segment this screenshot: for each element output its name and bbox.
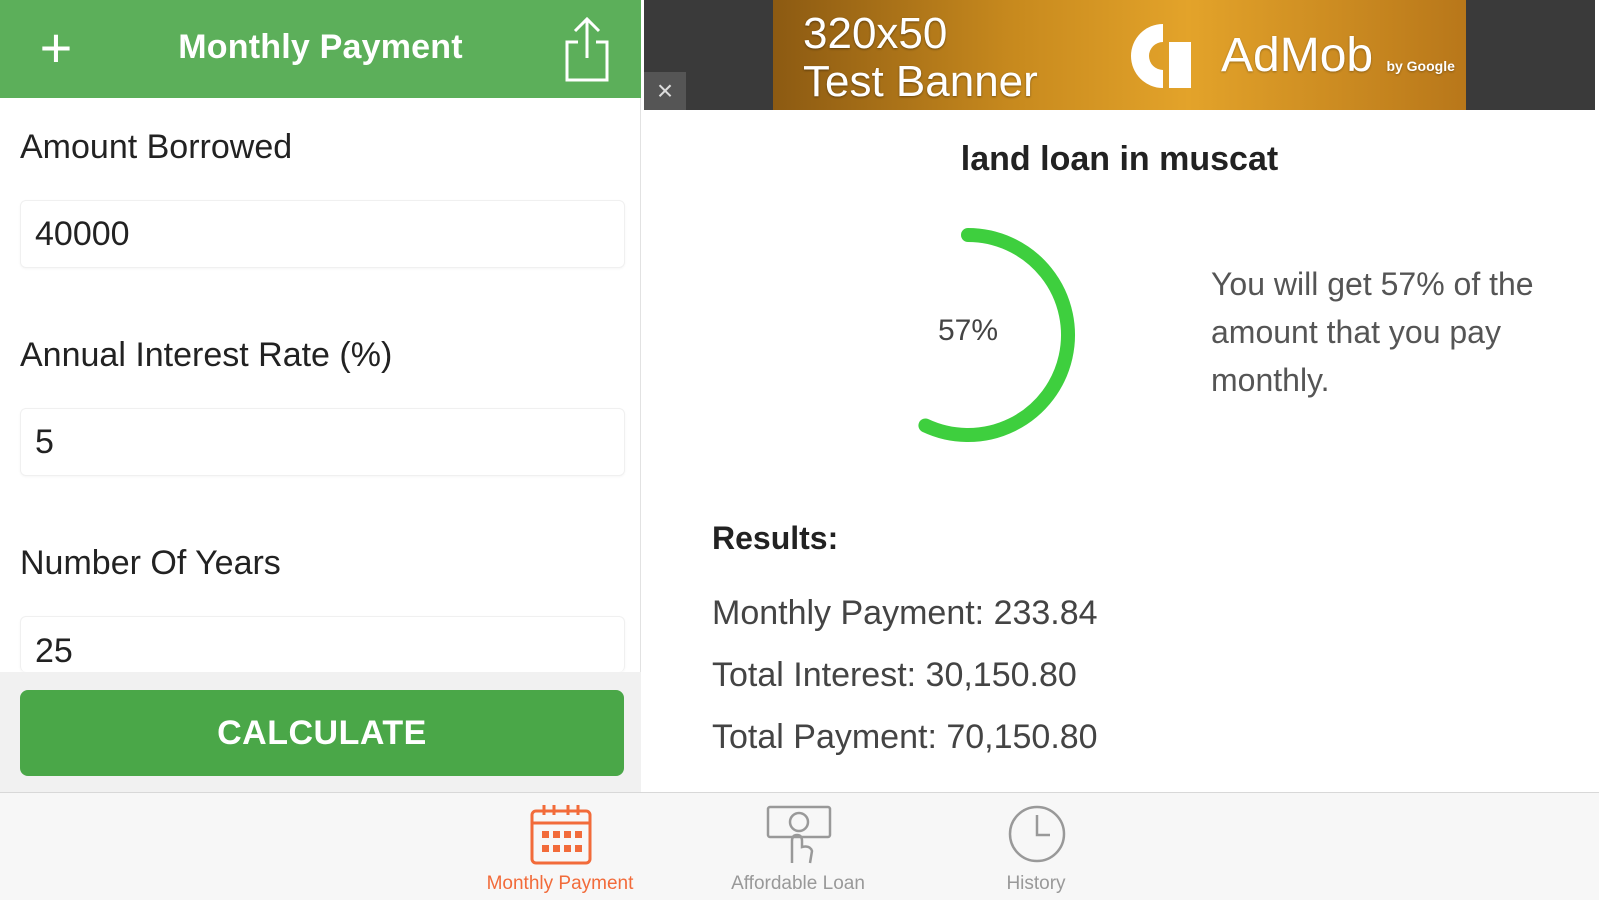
- loan-title: land loan in muscat: [960, 140, 1279, 178]
- tab-history[interactable]: History: [936, 793, 1136, 900]
- results-heading: Results:: [712, 520, 839, 556]
- admob-logo-icon: [1131, 24, 1191, 88]
- ad-creative[interactable]: 320x50 Test Banner AdMob by Google: [773, 0, 1466, 110]
- ad-banner[interactable]: × 320x50 Test Banner AdMob by Google: [644, 0, 1595, 110]
- tab-bar: Monthly Payment Affordable Loan History: [0, 792, 1599, 900]
- gauge-note: You will get 57% of the amount that you …: [1211, 266, 1534, 398]
- number-of-years-field[interactable]: [20, 616, 625, 685]
- navigation-bar: + Monthly Payment: [0, 0, 641, 98]
- calculate-button[interactable]: CALCULATE: [20, 690, 624, 776]
- total-payment-result: Total Payment: 70,150.80: [712, 718, 1098, 756]
- ad-brand-by: by Google: [1386, 58, 1455, 74]
- ad-title-label: Test Banner: [803, 57, 1038, 106]
- gauge-percent-label: 57%: [937, 314, 999, 347]
- amount-borrowed-input[interactable]: [21, 201, 624, 267]
- calculate-area: CALCULATE: [0, 672, 641, 792]
- tab-label: Monthly Payment: [486, 873, 634, 894]
- interest-rate-label: Annual Interest Rate (%): [20, 336, 393, 374]
- plus-icon[interactable]: +: [30, 18, 82, 78]
- amount-borrowed-field[interactable]: [20, 200, 625, 268]
- share-icon[interactable]: [560, 14, 614, 84]
- tab-affordable-loan[interactable]: Affordable Loan: [698, 793, 898, 900]
- tab-label: History: [1006, 873, 1066, 894]
- ad-brand: AdMob by Google: [1221, 28, 1455, 83]
- ad-text: 320x50 Test Banner: [803, 10, 1038, 106]
- ad-size-label: 320x50: [803, 9, 948, 58]
- clock-icon: [1008, 805, 1066, 863]
- ad-close-icon[interactable]: ×: [644, 72, 686, 110]
- tab-monthly-payment[interactable]: Monthly Payment: [460, 793, 660, 900]
- page-title: Monthly Payment: [178, 28, 463, 66]
- number-of-years-label: Number Of Years: [20, 544, 281, 582]
- calculator-panel: + Monthly Payment Amount Borrowed Annual…: [0, 0, 641, 792]
- monthly-payment-result: Monthly Payment: 233.84: [712, 594, 1098, 632]
- interest-rate-input[interactable]: [21, 409, 624, 475]
- tab-label: Affordable Loan: [731, 873, 865, 894]
- ad-brand-name: AdMob: [1221, 29, 1374, 82]
- hand-money-icon: [766, 805, 832, 864]
- amount-borrowed-label: Amount Borrowed: [20, 128, 293, 166]
- interest-rate-field[interactable]: [20, 408, 625, 476]
- calendar-icon: [530, 805, 592, 865]
- total-interest-result: Total Interest: 30,150.80: [712, 656, 1077, 694]
